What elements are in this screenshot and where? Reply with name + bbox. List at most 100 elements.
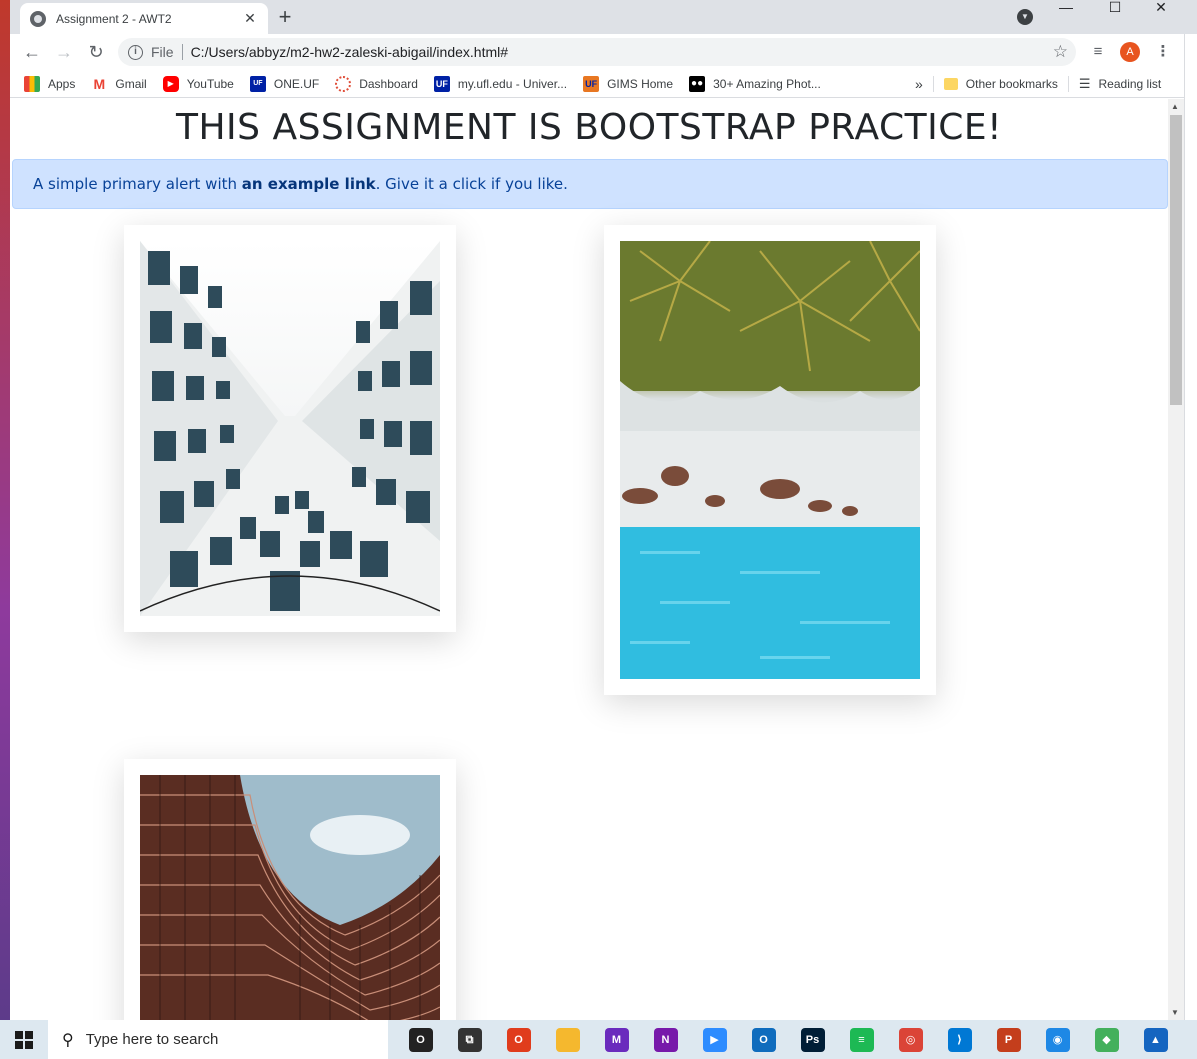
taskbar-app[interactable]: N [641, 1020, 690, 1059]
back-arrow-icon[interactable]: ← [20, 40, 44, 64]
dashboard-icon [335, 75, 352, 92]
bookmark-label: Dashboard [359, 76, 418, 91]
tab-search-icon[interactable]: ▼ [1017, 9, 1033, 25]
youtube-icon: ▶ [162, 75, 179, 92]
taskbar-app[interactable]: O [494, 1020, 543, 1059]
reading-list-icon: ☰ [1078, 76, 1091, 91]
search-icon: ⚲ [62, 1031, 74, 1049]
task-view-icon: ⧉ [457, 1027, 482, 1052]
tab-title: Assignment 2 - AWT2 [56, 11, 172, 26]
windows-taskbar: ⚲ Type here to search O ⧉ O M N ▶ O Ps ≡ ◎ ⟩ P ◉ ◆ ▲ [0, 1020, 1197, 1059]
address-bar[interactable]: i File C:/Users/abbyz/m2-hw2-zaleski-abi… [118, 38, 1076, 66]
bookmark-one-uf[interactable]: UF ONE.UF [249, 75, 320, 92]
medium-icon: ●● [689, 75, 706, 92]
bookmark-gmail[interactable]: M Gmail [91, 75, 147, 92]
reading-list-button[interactable]: Reading list [1099, 77, 1162, 91]
taskbar-app[interactable] [543, 1020, 592, 1059]
url-scheme-label: File [151, 44, 174, 60]
taskbar-app[interactable]: ◉ [1033, 1020, 1082, 1059]
bookmark-dashboard[interactable]: Dashboard [335, 75, 418, 92]
image-card [124, 225, 456, 632]
spotify-icon: ≡ [849, 1027, 874, 1052]
taskbar-app[interactable]: ⟩ [935, 1020, 984, 1059]
bookmark-star-icon[interactable]: ☆ [1053, 42, 1068, 62]
minimize-button[interactable]: — [1046, 0, 1086, 20]
powerpoint-icon: P [996, 1027, 1021, 1052]
zoom-icon: ▶ [702, 1027, 727, 1052]
avatar[interactable]: A [1120, 42, 1140, 62]
taskbar-app[interactable]: ⧉ [445, 1020, 494, 1059]
bookmark-label: Apps [48, 76, 76, 91]
search-placeholder: Type here to search [85, 1031, 219, 1048]
bookmark-label: ONE.UF [273, 76, 320, 91]
bookmark-my-ufl[interactable]: UF my.ufl.edu - Univer... [433, 75, 567, 92]
curved-building-photo-graphic [140, 775, 440, 1020]
windows-logo-icon [15, 1030, 33, 1049]
browser-window: Assignment 2 - AWT2 ✕ + ▼ — ☐ ✕ ← → ↻ i … [10, 0, 1197, 1020]
scrollbar-thumb[interactable] [1170, 115, 1182, 405]
side-panel-edge [1184, 34, 1197, 1020]
new-tab-button[interactable]: + [272, 5, 298, 31]
bookmark-gims-home[interactable]: UF GIMS Home [583, 75, 674, 92]
file-explorer-icon [555, 1027, 580, 1052]
alert-example-link[interactable]: an example link [242, 175, 376, 193]
vscode-icon: ⟩ [947, 1027, 972, 1052]
taskbar-app[interactable]: ▶ [690, 1020, 739, 1059]
taskbar-app[interactable]: O [739, 1020, 788, 1059]
forward-arrow-icon[interactable]: → [52, 40, 76, 64]
taskbar-app[interactable]: ◎ [886, 1020, 935, 1059]
taskbar-search-box[interactable]: ⚲ Type here to search [48, 1020, 388, 1059]
tab-close-icon[interactable]: ✕ [242, 10, 258, 27]
globe-icon [30, 10, 46, 27]
sourcetree-icon: ◆ [1094, 1027, 1119, 1052]
bookmark-apps[interactable]: Apps [24, 75, 76, 92]
bookmark-youtube[interactable]: ▶ YouTube [162, 75, 234, 92]
info-icon[interactable]: i [128, 44, 143, 60]
scroll-up-arrow-icon[interactable]: ▲ [1171, 102, 1179, 111]
taskbar-app[interactable]: ◆ [1082, 1020, 1131, 1059]
taskbar-app[interactable]: P [984, 1020, 1033, 1059]
photoshop-icon: Ps [800, 1027, 825, 1052]
bookmark-label: Gmail [115, 76, 147, 91]
windows-start-button[interactable] [0, 1020, 48, 1059]
taskbar-app[interactable]: Ps [788, 1020, 837, 1059]
gims-icon: UF [583, 75, 600, 92]
media-control-icon[interactable]: ≡ [1087, 41, 1109, 63]
primary-alert: A simple primary alert with an example l… [12, 159, 1168, 209]
page-title: THIS ASSIGNMENT IS BOOTSTRAP PRACTICE! [175, 107, 1003, 148]
photo-curved-building [140, 775, 440, 1020]
taskbar-app[interactable]: O [396, 1020, 445, 1059]
alert-text-prefix: A simple primary alert with [33, 175, 242, 193]
taskbar-apps: O ⧉ O M N ▶ O Ps ≡ ◎ ⟩ P ◉ ◆ ▲ [396, 1020, 1180, 1059]
uf-icon: UF [433, 75, 450, 92]
reload-icon[interactable]: ↻ [84, 40, 108, 64]
bookmark-label: GIMS Home [607, 76, 674, 91]
taskbar-app[interactable]: ≡ [837, 1020, 886, 1059]
beach-photo-graphic [620, 241, 920, 679]
maximize-button[interactable]: ☐ [1095, 0, 1135, 20]
building-photo-graphic [140, 241, 440, 616]
bookmark-amazing-photos[interactable]: ●● 30+ Amazing Phot... [689, 75, 821, 92]
bookmarks-overflow-chevron[interactable]: » [915, 76, 923, 92]
page-scrollbar[interactable]: ▲ ▼ [1168, 99, 1184, 1020]
divider [1067, 76, 1069, 92]
image-card [604, 225, 936, 695]
visual-studio-icon: M [604, 1027, 629, 1052]
taskbar-app[interactable]: ▲ [1131, 1020, 1180, 1059]
scroll-down-arrow-icon[interactable]: ▼ [1171, 1008, 1179, 1017]
tab-strip: Assignment 2 - AWT2 ✕ + ▼ — ☐ ✕ [10, 0, 1197, 34]
one-uf-icon: UF [249, 75, 266, 92]
alert-text-suffix: . Give it a click if you like. [375, 175, 568, 193]
onenote-icon: N [653, 1027, 678, 1052]
menu-kebab-icon[interactable]: ⋮ [1152, 41, 1174, 63]
chrome-icon: ◎ [898, 1027, 923, 1052]
browser-tab[interactable]: Assignment 2 - AWT2 ✕ [20, 3, 268, 34]
apps-grid-icon [24, 75, 40, 92]
url-text[interactable]: C:/Users/abbyz/m2-hw2-zaleski-abigail/in… [191, 44, 508, 60]
photo-beach-aerial [620, 241, 920, 679]
close-window-button[interactable]: ✕ [1141, 0, 1181, 20]
bookmark-label: 30+ Amazing Phot... [713, 76, 821, 91]
camera-app-icon: ◉ [1045, 1027, 1070, 1052]
other-bookmarks-folder[interactable]: Other bookmarks [966, 77, 1058, 91]
taskbar-app[interactable]: M [592, 1020, 641, 1059]
